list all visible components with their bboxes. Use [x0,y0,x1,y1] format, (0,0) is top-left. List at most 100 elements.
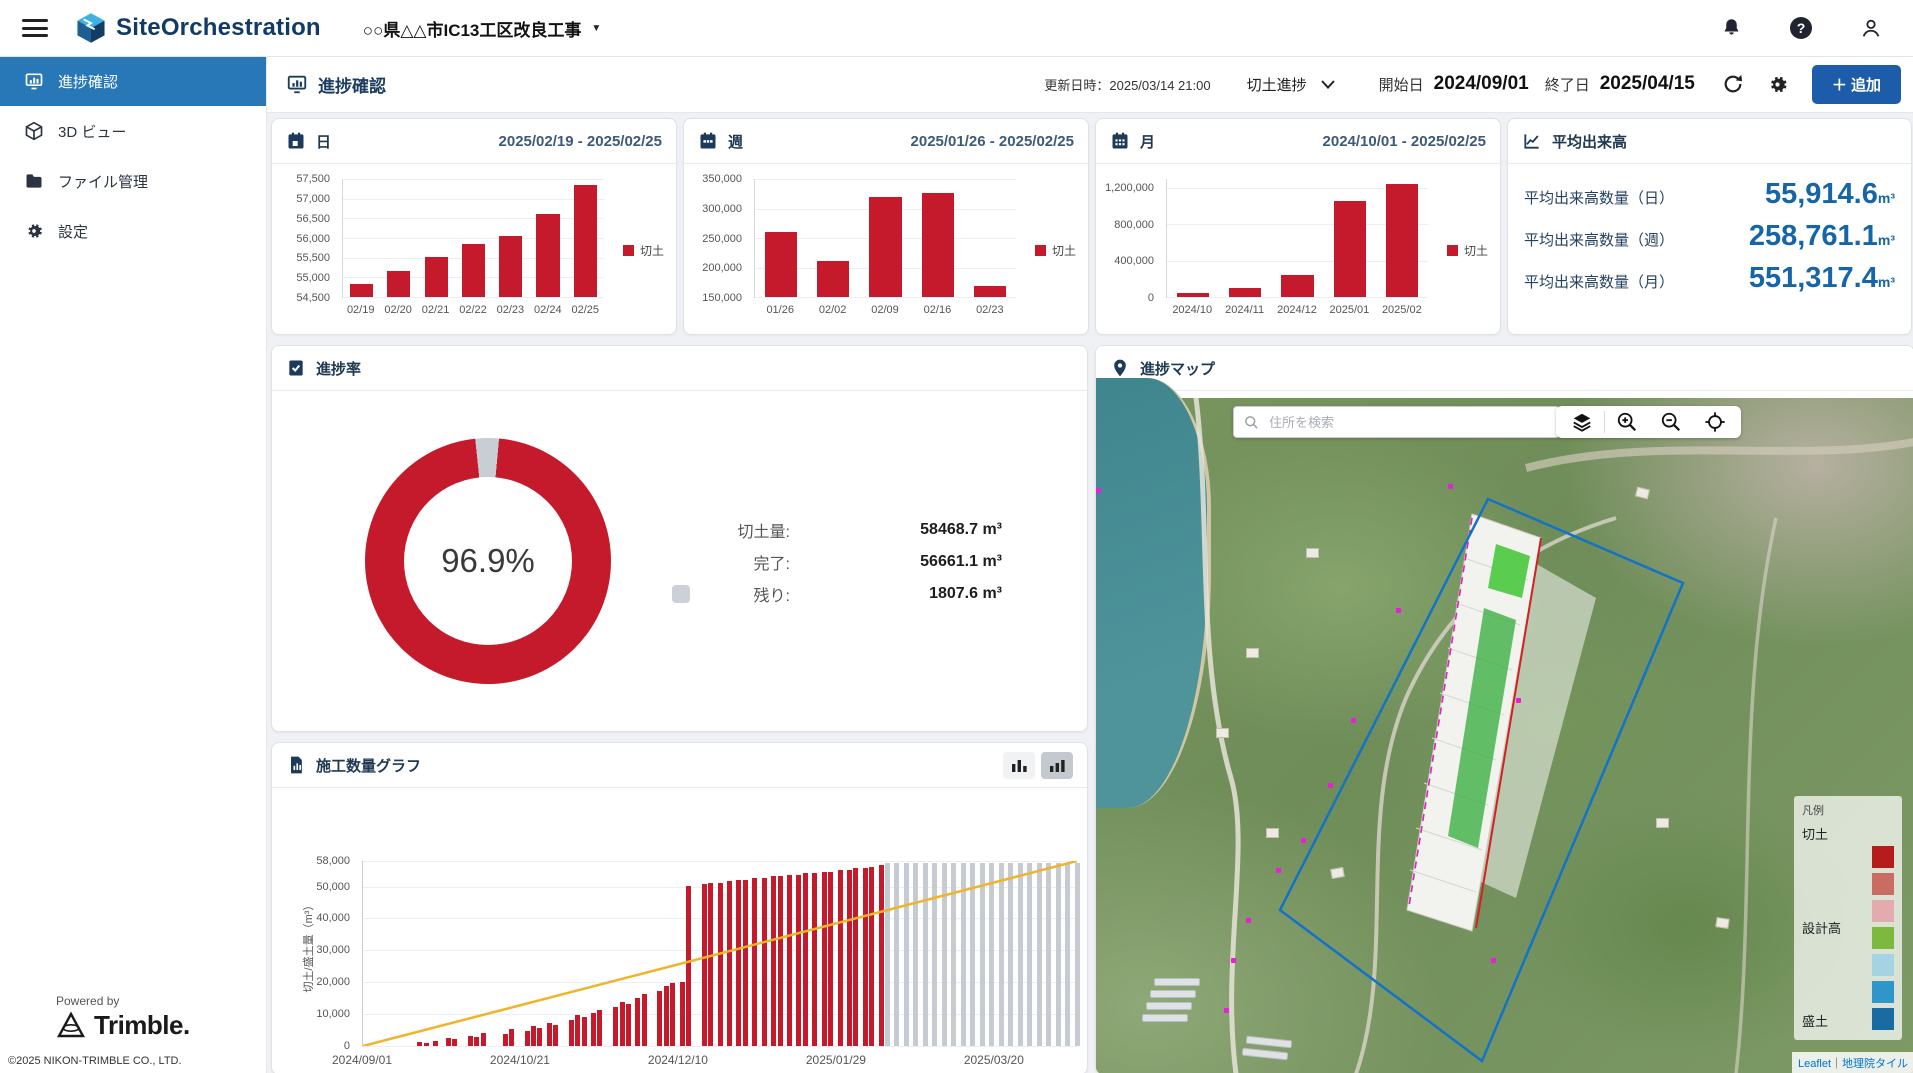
legend-label-cut: 切土 [1802,824,1841,843]
project-selector[interactable]: ○○県△△市IC13工区改良工事 ▼ [363,16,602,41]
y-axis-tick: 58,000 [316,855,350,867]
y-axis-tick: 150,000 [702,292,742,304]
chart-legend: 切土 [623,242,664,259]
y-axis-tick: 0 [344,1040,350,1052]
powered-by-label: Powered by [56,994,266,1008]
bar [765,232,797,297]
zoom-out-button[interactable] [1649,406,1693,438]
bar-slot [529,179,566,297]
chart-legend: 切土 [1035,242,1076,259]
locate-button[interactable] [1693,406,1737,438]
x-axis-tick: 2024/11 [1218,304,1270,320]
person-icon [1860,17,1882,39]
bar [1386,184,1418,297]
settings-button[interactable] [1766,73,1789,96]
progress-label: 完了: [698,550,790,574]
x-axis-tick: 02/23 [492,304,529,320]
satellite-map[interactable]: 凡例 切土 設計高 盛土 Leaflet｜地理院タイル [1096,398,1913,1073]
bar [922,193,954,297]
stacked-bars-toggle-button[interactable] [1041,752,1073,779]
progress-value: 1807.6 m³ [790,585,1002,603]
card-title: 週 [728,131,743,152]
hamburger-menu-icon[interactable] [22,19,48,37]
quantity-chart-area: 切土/盛土量（m³） 010,00020,00030,00040,00050,0… [272,788,1087,1073]
progress-percent: 96.9% [365,438,611,684]
x-axis-tick: 02/21 [417,304,454,320]
bar-slot [455,179,492,297]
chart-legend: 切土 [1447,242,1488,259]
sidebar-item-label: 設定 [58,221,88,242]
layers-button[interactable] [1560,406,1604,438]
card-title: 月 [1140,131,1155,152]
daily-bar-chart: 54,50055,00055,50056,00056,50057,00057,5… [284,173,664,326]
card-title: 平均出来高 [1552,131,1627,152]
sidebar-item-label: 進捗確認 [58,71,118,92]
bar-slot [964,179,1016,297]
y-axis-tick: 10,000 [316,1008,350,1020]
map-search-input[interactable] [1267,414,1549,431]
trimble-logo: Trimble. [56,1010,266,1041]
y-axis-tick: 54,500 [296,292,330,304]
legend-label-fill: 盛土 [1802,1011,1841,1030]
progress-type-dropdown[interactable]: 切土進捗 [1247,74,1335,95]
leaflet-link[interactable]: Leaflet [1798,1058,1831,1070]
x-axis-tick: 2025/03/20 [964,1053,1024,1067]
crosshair-icon [1704,411,1726,433]
help-button[interactable]: ? [1790,17,1812,39]
sidebar-item-file-management[interactable]: ファイル管理 [0,156,266,206]
zoom-out-icon [1660,411,1682,433]
copyright: ©2025 NIKON-TRIMBLE CO., LTD. [8,1055,266,1067]
bar [817,261,849,297]
notifications-button[interactable] [1721,17,1742,39]
calendar-week-icon [698,131,718,151]
legend-label-design: 設計高 [1802,918,1841,937]
bar-slot [755,179,807,297]
bar [1229,288,1261,297]
average-value: 551,317.4m³ [1749,262,1895,295]
legend-color-ramp [1872,820,1894,1030]
top-bar-actions: ? [1710,17,1893,39]
bar-slot [1271,179,1323,297]
zoom-in-button[interactable] [1605,406,1649,438]
add-button[interactable]: ＋ 追加 [1812,65,1901,104]
y-axis-tick: 40,000 [316,912,350,924]
legend-color-swatch [1872,846,1894,868]
progress-value: 56661.1 m³ [790,553,1002,571]
legend-color-swatch [1872,981,1894,1003]
sidebar-item-progress[interactable]: 進捗確認 [0,56,266,106]
bar [462,244,485,297]
x-axis-ticks: 2024/09/012024/10/212024/12/102025/01/29… [362,1053,1076,1069]
end-date-label: 終了日 [1545,74,1590,95]
bar-slot [343,179,380,297]
progress-rate-card: 進捗率 96.9% 切土量:58468.7 m³完了:56661.1 m³残り:… [271,345,1088,732]
sidebar-item-3d-view[interactable]: 3D ビュー [0,106,266,156]
gsi-tiles-link[interactable]: 地理院タイル [1842,1058,1908,1070]
progress-value: 58468.7 m³ [790,521,1002,539]
grouped-bars-toggle-button[interactable] [1003,752,1035,779]
card-header: 平均出来高 [1508,119,1911,164]
gridline [1167,297,1428,298]
legend-color-swatch [1872,954,1894,976]
sidebar-item-label: 3D ビュー [58,121,126,142]
account-button[interactable] [1860,17,1882,39]
x-axis-tick: 01/26 [754,304,806,320]
x-axis-tick: 02/23 [964,304,1016,320]
y-axis-tick: 57,000 [296,193,330,205]
bar [536,214,559,297]
legend-label: 切土 [1464,242,1488,259]
end-date-value[interactable]: 2025/04/15 [1600,73,1695,95]
bar-slot [567,179,604,297]
y-axis-tick: 0 [1148,292,1154,304]
bar-slot [1376,179,1428,297]
sidebar-footer: Powered by Trimble. ©2025 NIKON-TRIMBLE … [0,994,266,1073]
progress-monitor-icon [24,71,44,91]
bar [425,257,448,297]
refresh-button[interactable] [1722,73,1744,95]
start-date-value[interactable]: 2024/09/01 [1434,73,1529,95]
monthly-bar-chart: 0400,000800,0001,200,000 2024/102024/112… [1108,173,1488,326]
layers-icon [1571,411,1593,433]
x-axis-tick: 02/25 [567,304,604,320]
card-header: 月 2024/10/01 - 2025/02/25 [1096,119,1500,164]
progress-label: 残り: [698,582,790,606]
sidebar-item-settings[interactable]: 設定 [0,206,266,256]
